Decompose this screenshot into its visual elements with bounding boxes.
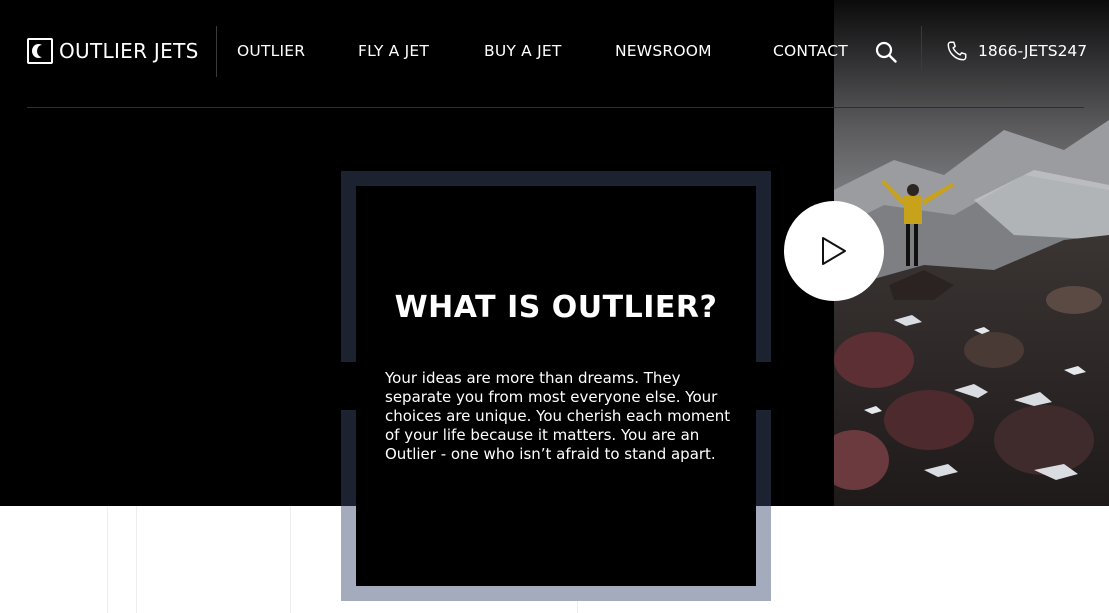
phone-number-link[interactable]: 1866-JETS247 bbox=[978, 42, 1087, 60]
header-divider bbox=[921, 26, 922, 77]
phone-icon bbox=[946, 40, 968, 62]
play-icon bbox=[822, 237, 846, 265]
site-header: OUTLIER JETS OUTLIER FLY A JET BUY A JET… bbox=[0, 0, 1109, 108]
card-frame-notch bbox=[341, 362, 356, 410]
nav-item-buy-a-jet[interactable]: BUY A JET bbox=[484, 42, 562, 60]
lower-divider bbox=[136, 506, 137, 613]
nav-item-outlier[interactable]: OUTLIER bbox=[237, 42, 305, 60]
card-frame-notch bbox=[756, 362, 771, 410]
nav-item-newsroom[interactable]: NEWSROOM bbox=[615, 42, 712, 60]
logo-mark-icon bbox=[27, 38, 53, 64]
nav-item-fly-a-jet[interactable]: FLY A JET bbox=[358, 42, 429, 60]
play-video-button[interactable] bbox=[784, 201, 884, 301]
intro-title: WHAT IS OUTLIER? bbox=[394, 290, 718, 325]
header-rule bbox=[27, 107, 1084, 108]
nav-item-contact[interactable]: CONTACT bbox=[773, 42, 848, 60]
search-icon[interactable] bbox=[874, 40, 898, 64]
intro-body: Your ideas are more than dreams. They se… bbox=[385, 369, 731, 463]
lower-divider bbox=[290, 506, 291, 613]
brand-logo[interactable]: OUTLIER JETS bbox=[27, 37, 199, 65]
header-divider bbox=[216, 26, 217, 77]
intro-card: WHAT IS OUTLIER? Your ideas are more tha… bbox=[356, 186, 756, 586]
brand-name: OUTLIER JETS bbox=[59, 39, 199, 63]
lower-divider bbox=[107, 506, 108, 613]
